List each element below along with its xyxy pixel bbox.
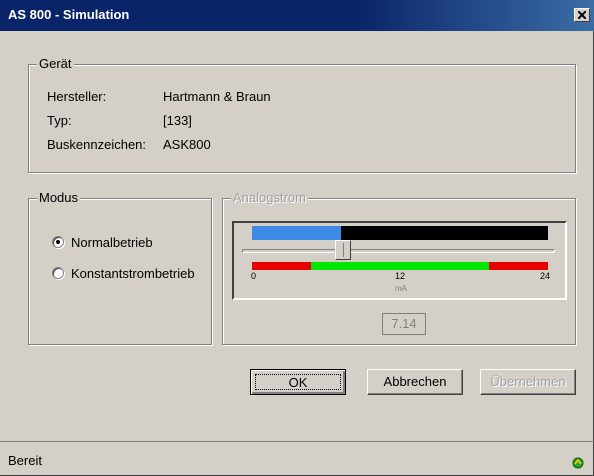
analog-level-bar bbox=[252, 226, 548, 240]
close-button[interactable] bbox=[574, 8, 590, 22]
type-label: Typ: bbox=[47, 113, 72, 128]
tick-label-max: 24 bbox=[540, 271, 551, 281]
radio-button-selected[interactable] bbox=[52, 236, 64, 248]
analog-value-field: 7.14 bbox=[382, 313, 426, 335]
manufacturer-label: Hersteller: bbox=[47, 89, 107, 104]
analog-slider-thumb[interactable] bbox=[335, 240, 351, 260]
bus-id-label: Buskennzeichen: bbox=[47, 137, 147, 152]
normal-operation-label: Normalbetrieb bbox=[71, 235, 153, 250]
constant-current-label: Konstantstrombetrieb bbox=[71, 266, 195, 281]
radio-button-unselected[interactable] bbox=[52, 267, 64, 279]
radio-normal-operation[interactable]: Normalbetrieb bbox=[52, 235, 202, 253]
scale-green bbox=[311, 262, 489, 270]
status-bar: Bereit bbox=[0, 441, 594, 476]
ok-button-label: OK bbox=[255, 374, 341, 390]
tick-label-min: 0 bbox=[251, 271, 257, 281]
close-icon bbox=[578, 11, 586, 19]
title-bar: AS 800 - Simulation bbox=[0, 0, 594, 31]
analog-current-group-label: Analogstrom bbox=[231, 190, 308, 206]
ok-button[interactable]: OK bbox=[250, 369, 346, 395]
window-title: AS 800 - Simulation bbox=[8, 7, 130, 22]
device-group: Gerät bbox=[28, 56, 576, 173]
apply-button[interactable]: Übernehmen bbox=[480, 369, 576, 395]
analog-gauge-panel: 0 12 24 mA bbox=[232, 221, 567, 300]
range-scale bbox=[252, 262, 548, 270]
analog-level-fill bbox=[252, 226, 341, 240]
cancel-button[interactable]: Abbrechen bbox=[367, 369, 463, 395]
radio-constant-current[interactable]: Konstantstrombetrieb bbox=[52, 266, 202, 284]
device-group-label: Gerät bbox=[37, 56, 74, 72]
simulation-window: AS 800 - Simulation Gerät Hersteller: Ha… bbox=[0, 0, 594, 476]
analog-slider-track bbox=[242, 249, 555, 253]
manufacturer-value: Hartmann & Braun bbox=[163, 89, 271, 104]
status-text: Bereit bbox=[8, 453, 42, 468]
bus-id-value: ASK800 bbox=[163, 137, 211, 152]
scale-red-high bbox=[488, 262, 548, 270]
type-value: [133] bbox=[163, 113, 192, 128]
green-connection-icon bbox=[572, 457, 584, 469]
scale-red-low bbox=[252, 262, 312, 270]
unit-label: mA bbox=[395, 284, 407, 293]
tick-label-mid: 12 bbox=[395, 271, 406, 281]
mode-group-label: Modus bbox=[37, 190, 81, 206]
